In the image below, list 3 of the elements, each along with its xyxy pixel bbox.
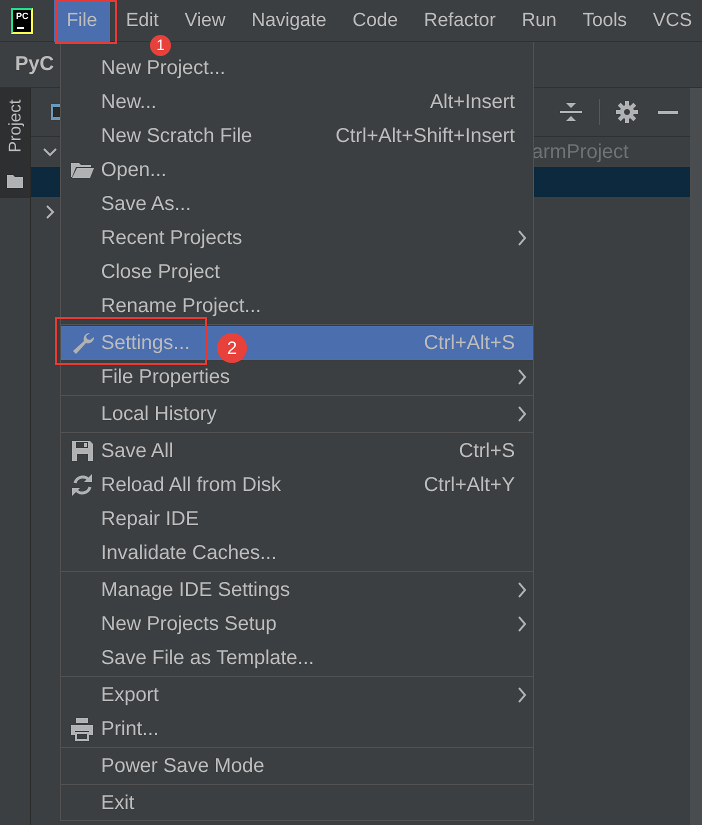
step-badge: 1: [150, 35, 171, 56]
project-title: PyC: [15, 53, 54, 76]
app-logo: PC: [11, 8, 33, 34]
